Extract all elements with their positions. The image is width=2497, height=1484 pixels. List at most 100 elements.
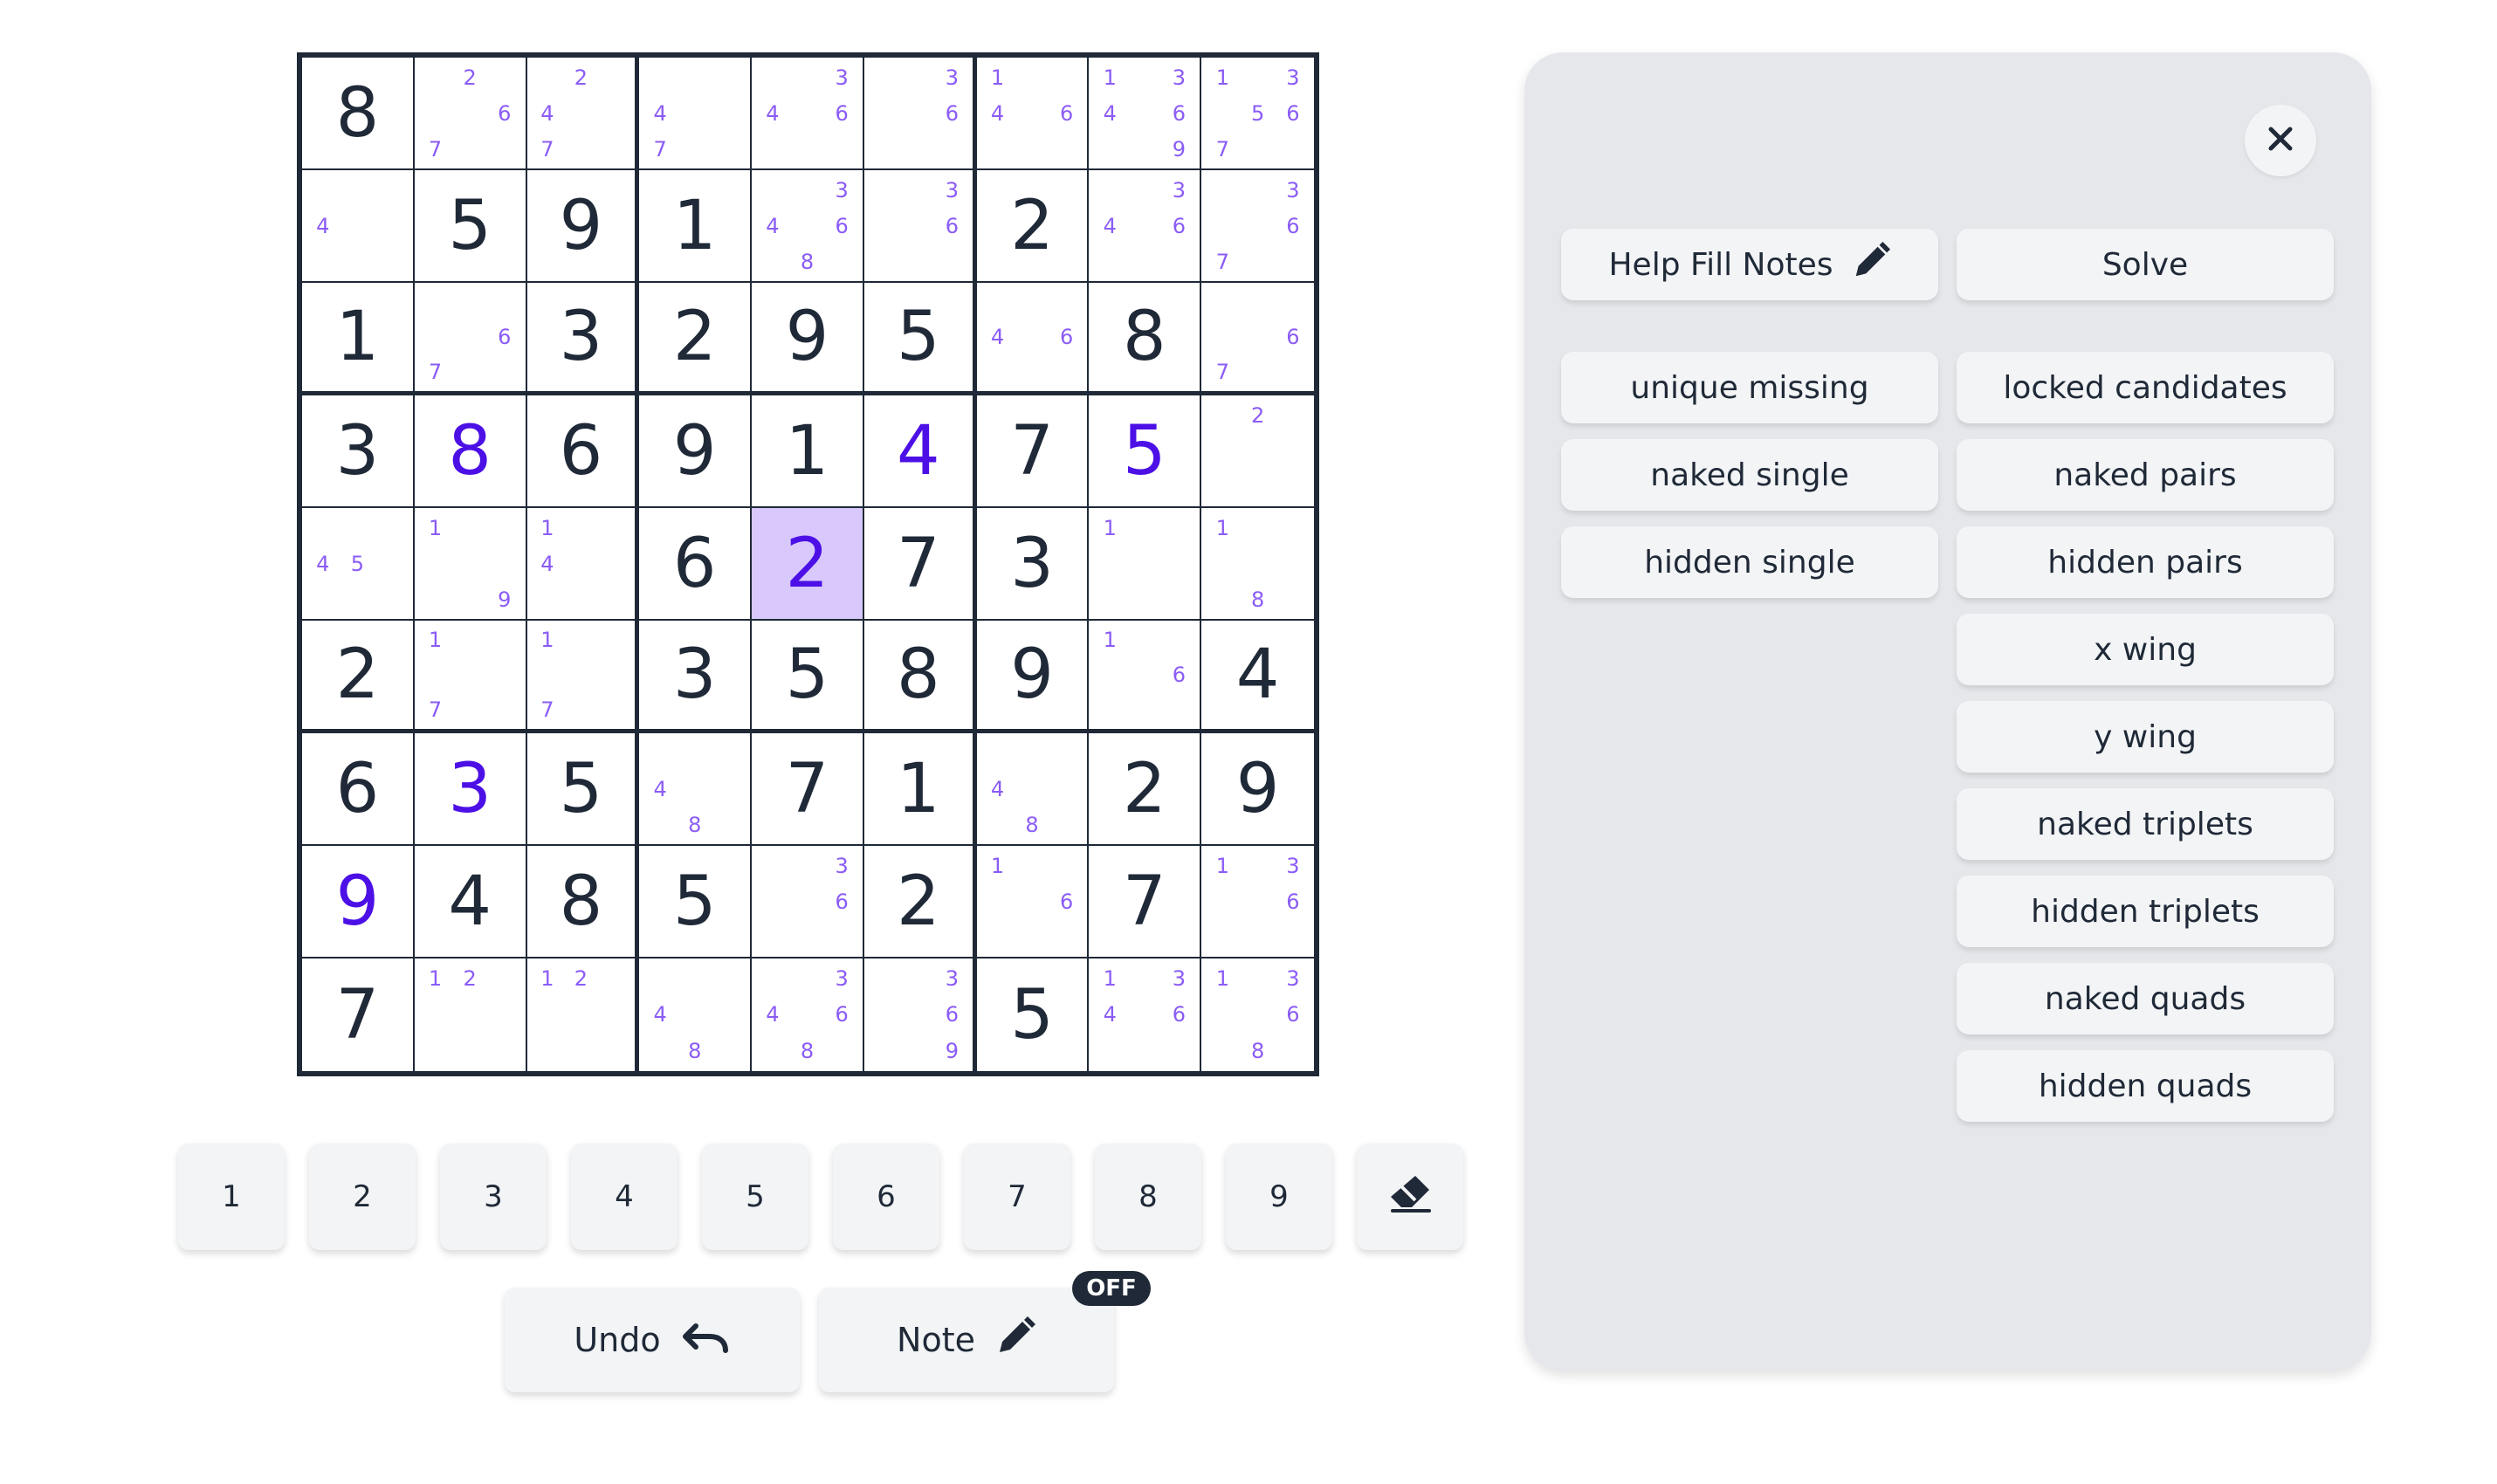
board-cell-r2c7[interactable]: 2: [976, 170, 1090, 283]
board-cell-r5c6[interactable]: 7: [863, 508, 977, 621]
board-cell-r4c8[interactable]: 5: [1089, 395, 1202, 508]
board-cell-r7c7[interactable]: 48: [976, 733, 1090, 846]
board-cell-r7c3[interactable]: 5: [526, 733, 640, 846]
strategy-button-hidden-pairs[interactable]: hidden pairs: [1957, 526, 2334, 598]
strategy-button-unique-missing[interactable]: unique missing: [1561, 352, 1938, 423]
board-cell-r5c8[interactable]: 1: [1089, 508, 1202, 621]
board-cell-r8c2[interactable]: 4: [414, 846, 527, 958]
board-cell-r4c2[interactable]: 8: [414, 395, 527, 508]
board-cell-r8c4[interactable]: 5: [639, 846, 753, 958]
board-cell-r9c9[interactable]: 1 3 68: [1201, 958, 1314, 1071]
solve-button[interactable]: Solve: [1957, 229, 2334, 300]
board-cell-r1c1[interactable]: 8: [302, 58, 415, 170]
strategy-button-x-wing[interactable]: x wing: [1957, 614, 2334, 685]
board-cell-r4c5[interactable]: 1: [752, 395, 864, 508]
close-button[interactable]: [2245, 105, 2316, 176]
board-cell-r3c8[interactable]: 8: [1089, 283, 1202, 395]
board-cell-r8c3[interactable]: 8: [526, 846, 640, 958]
board-cell-r9c2[interactable]: 12: [414, 958, 527, 1071]
board-cell-r1c4[interactable]: 47: [639, 58, 753, 170]
board-cell-r5c4[interactable]: 6: [639, 508, 753, 621]
board-cell-r2c2[interactable]: 5: [414, 170, 527, 283]
board-cell-r3c6[interactable]: 5: [863, 283, 977, 395]
strategy-button-locked-candidates[interactable]: locked candidates: [1957, 352, 2334, 423]
board-cell-r5c7[interactable]: 3: [976, 508, 1090, 621]
board-cell-r4c1[interactable]: 3: [302, 395, 415, 508]
board-cell-r6c8[interactable]: 16: [1089, 621, 1202, 733]
board-cell-r5c3[interactable]: 14: [526, 508, 640, 621]
board-cell-r6c1[interactable]: 2: [302, 621, 415, 733]
board-cell-r8c9[interactable]: 1 3 6: [1201, 846, 1314, 958]
board-cell-r1c5[interactable]: 3 4 6: [752, 58, 864, 170]
board-cell-r4c3[interactable]: 6: [526, 395, 640, 508]
number-button-5[interactable]: 5: [702, 1144, 808, 1250]
number-button-7[interactable]: 7: [964, 1144, 1070, 1250]
board-cell-r6c9[interactable]: 4: [1201, 621, 1314, 733]
number-button-4[interactable]: 4: [571, 1144, 678, 1250]
number-button-3[interactable]: 3: [440, 1144, 547, 1250]
board-cell-r7c5[interactable]: 7: [752, 733, 864, 846]
board-cell-r6c4[interactable]: 3: [639, 621, 753, 733]
board-cell-r2c9[interactable]: 3 6 7: [1201, 170, 1314, 283]
board-cell-r4c4[interactable]: 9: [639, 395, 753, 508]
board-cell-r9c7[interactable]: 5: [976, 958, 1090, 1071]
board-cell-r3c1[interactable]: 1: [302, 283, 415, 395]
strategy-button-hidden-quads[interactable]: hidden quads: [1957, 1050, 2334, 1122]
strategy-button-y-wing[interactable]: y wing: [1957, 701, 2334, 773]
note-toggle-button[interactable]: Note: [819, 1288, 1114, 1392]
board-cell-r7c9[interactable]: 9: [1201, 733, 1314, 846]
board-cell-r5c2[interactable]: 19: [414, 508, 527, 621]
board-cell-r2c5[interactable]: 3 4 68: [752, 170, 864, 283]
board-cell-r3c4[interactable]: 2: [639, 283, 753, 395]
strategy-button-naked-single[interactable]: naked single: [1561, 439, 1938, 511]
erase-button[interactable]: [1357, 1144, 1463, 1250]
board-cell-r6c3[interactable]: 17: [526, 621, 640, 733]
board-cell-r2c4[interactable]: 1: [639, 170, 753, 283]
board-cell-r3c3[interactable]: 3: [526, 283, 640, 395]
board-cell-r4c6[interactable]: 4: [863, 395, 977, 508]
board-cell-r4c7[interactable]: 7: [976, 395, 1090, 508]
number-button-9[interactable]: 9: [1226, 1144, 1332, 1250]
board-cell-r7c4[interactable]: 48: [639, 733, 753, 846]
board-cell-r9c5[interactable]: 3 4 68: [752, 958, 864, 1071]
board-cell-r1c3[interactable]: 24 7: [526, 58, 640, 170]
board-cell-r2c3[interactable]: 9: [526, 170, 640, 283]
number-button-8[interactable]: 8: [1095, 1144, 1201, 1250]
board-cell-r6c5[interactable]: 5: [752, 621, 864, 733]
strategy-button-hidden-triplets[interactable]: hidden triplets: [1957, 876, 2334, 947]
board-cell-r9c8[interactable]: 1 3 4 6: [1089, 958, 1202, 1071]
board-cell-r5c1[interactable]: 45: [302, 508, 415, 621]
board-cell-r1c7[interactable]: 1 4 6: [976, 58, 1090, 170]
board-cell-r1c9[interactable]: 1 356 7: [1201, 58, 1314, 170]
board-cell-r7c6[interactable]: 1: [863, 733, 977, 846]
board-cell-r9c4[interactable]: 48: [639, 958, 753, 1071]
board-cell-r9c3[interactable]: 12: [526, 958, 640, 1071]
undo-button[interactable]: Undo: [505, 1288, 800, 1392]
board-cell-r3c5[interactable]: 9: [752, 283, 864, 395]
board-cell-r3c2[interactable]: 67: [414, 283, 527, 395]
board-cell-r1c8[interactable]: 1 3 4 6 9: [1089, 58, 1202, 170]
board-cell-r8c8[interactable]: 7: [1089, 846, 1202, 958]
board-cell-r5c9[interactable]: 18: [1201, 508, 1314, 621]
board-cell-r2c8[interactable]: 3 4 6: [1089, 170, 1202, 283]
board-cell-r3c9[interactable]: 67: [1201, 283, 1314, 395]
strategy-button-naked-triplets[interactable]: naked triplets: [1957, 788, 2334, 860]
board-cell-r4c9[interactable]: 2: [1201, 395, 1314, 508]
strategy-button-naked-quads[interactable]: naked quads: [1957, 963, 2334, 1034]
board-cell-r7c8[interactable]: 2: [1089, 733, 1202, 846]
board-cell-r7c1[interactable]: 6: [302, 733, 415, 846]
board-cell-r6c7[interactable]: 9: [976, 621, 1090, 733]
number-button-6[interactable]: 6: [833, 1144, 939, 1250]
board-cell-r5c5[interactable]: 2: [752, 508, 864, 621]
board-cell-r1c2[interactable]: 26 7: [414, 58, 527, 170]
board-cell-r8c1[interactable]: 9: [302, 846, 415, 958]
board-cell-r3c7[interactable]: 46: [976, 283, 1090, 395]
board-cell-r6c6[interactable]: 8: [863, 621, 977, 733]
board-cell-r9c1[interactable]: 7: [302, 958, 415, 1071]
help-fill-notes-button[interactable]: Help Fill Notes: [1561, 229, 1938, 300]
number-button-2[interactable]: 2: [309, 1144, 416, 1250]
board-cell-r2c6[interactable]: 36: [863, 170, 977, 283]
board-cell-r8c5[interactable]: 36: [752, 846, 864, 958]
strategy-button-hidden-single[interactable]: hidden single: [1561, 526, 1938, 598]
board-cell-r9c6[interactable]: 3 6 9: [863, 958, 977, 1071]
